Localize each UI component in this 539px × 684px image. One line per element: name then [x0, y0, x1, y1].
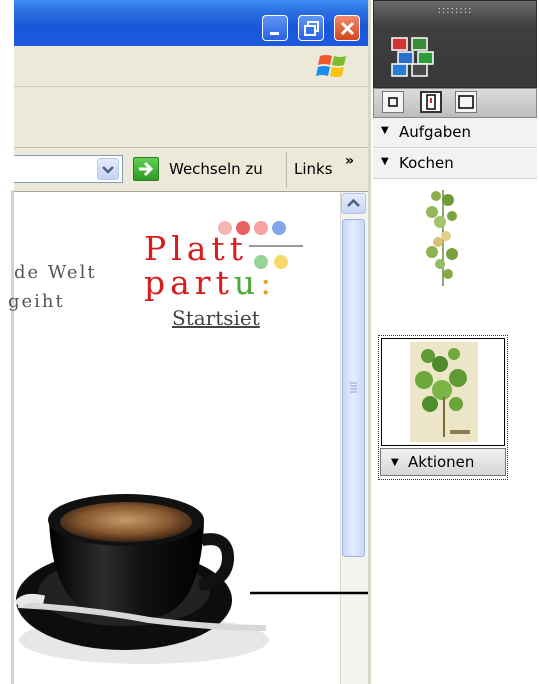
restore-icon — [304, 21, 319, 36]
toolbar-separator — [286, 152, 287, 188]
triangle-down-icon: ▼ — [391, 457, 399, 468]
tagline-line2: geiht — [8, 291, 65, 312]
actions-dropdown[interactable]: ▼ Aktionen — [380, 448, 506, 476]
view-small-button[interactable] — [382, 91, 404, 113]
app-logo-icon — [391, 37, 434, 77]
chevron-down-icon — [102, 166, 114, 174]
logo-line2: partu: — [144, 263, 276, 302]
filmstrip-icon — [426, 94, 436, 110]
close-icon — [340, 21, 355, 36]
section-kochen[interactable]: ▼ Kochen — [373, 149, 537, 179]
go-button[interactable] — [133, 157, 159, 181]
restore-button[interactable] — [298, 15, 324, 41]
scroll-up-button[interactable] — [341, 193, 366, 214]
coffee-cup-image — [14, 494, 269, 664]
links-button[interactable]: Links — [294, 160, 333, 178]
logo-colon: : — [260, 263, 277, 302]
tagline-line1: de Welt — [14, 262, 97, 283]
go-arrow-icon — [139, 161, 154, 177]
logo-u: u — [233, 263, 261, 302]
chevron-up-icon — [347, 198, 360, 207]
address-dropdown-button[interactable] — [97, 158, 119, 180]
logo-part: part — [144, 263, 234, 302]
small-square-icon — [388, 97, 398, 107]
section-label: Aufgaben — [399, 123, 472, 141]
menu-bar — [14, 46, 368, 87]
triangle-down-icon: ▼ — [381, 156, 389, 167]
large-square-icon — [458, 95, 474, 109]
home-link[interactable]: Startsiet — [172, 306, 260, 330]
botanical-illustration-image — [410, 342, 478, 442]
section-aufgaben[interactable]: ▼ Aufgaben — [373, 118, 537, 148]
view-filmstrip-button[interactable] — [420, 91, 442, 113]
minimize-icon — [270, 32, 279, 35]
go-label[interactable]: Wechseln zu — [169, 160, 263, 178]
command-toolbar — [14, 87, 368, 148]
view-large-button[interactable] — [455, 91, 477, 113]
section-label: Kochen — [399, 154, 454, 172]
minimize-button[interactable] — [262, 15, 288, 41]
windows-logo-icon — [316, 55, 346, 77]
more-chevron[interactable]: » — [345, 153, 354, 169]
triangle-down-icon: ▼ — [381, 125, 389, 136]
close-button[interactable] — [334, 15, 360, 41]
pane-grip[interactable]: :::::::: — [373, 0, 537, 22]
plant-image[interactable] — [414, 186, 472, 290]
actions-label: Aktionen — [408, 453, 475, 471]
